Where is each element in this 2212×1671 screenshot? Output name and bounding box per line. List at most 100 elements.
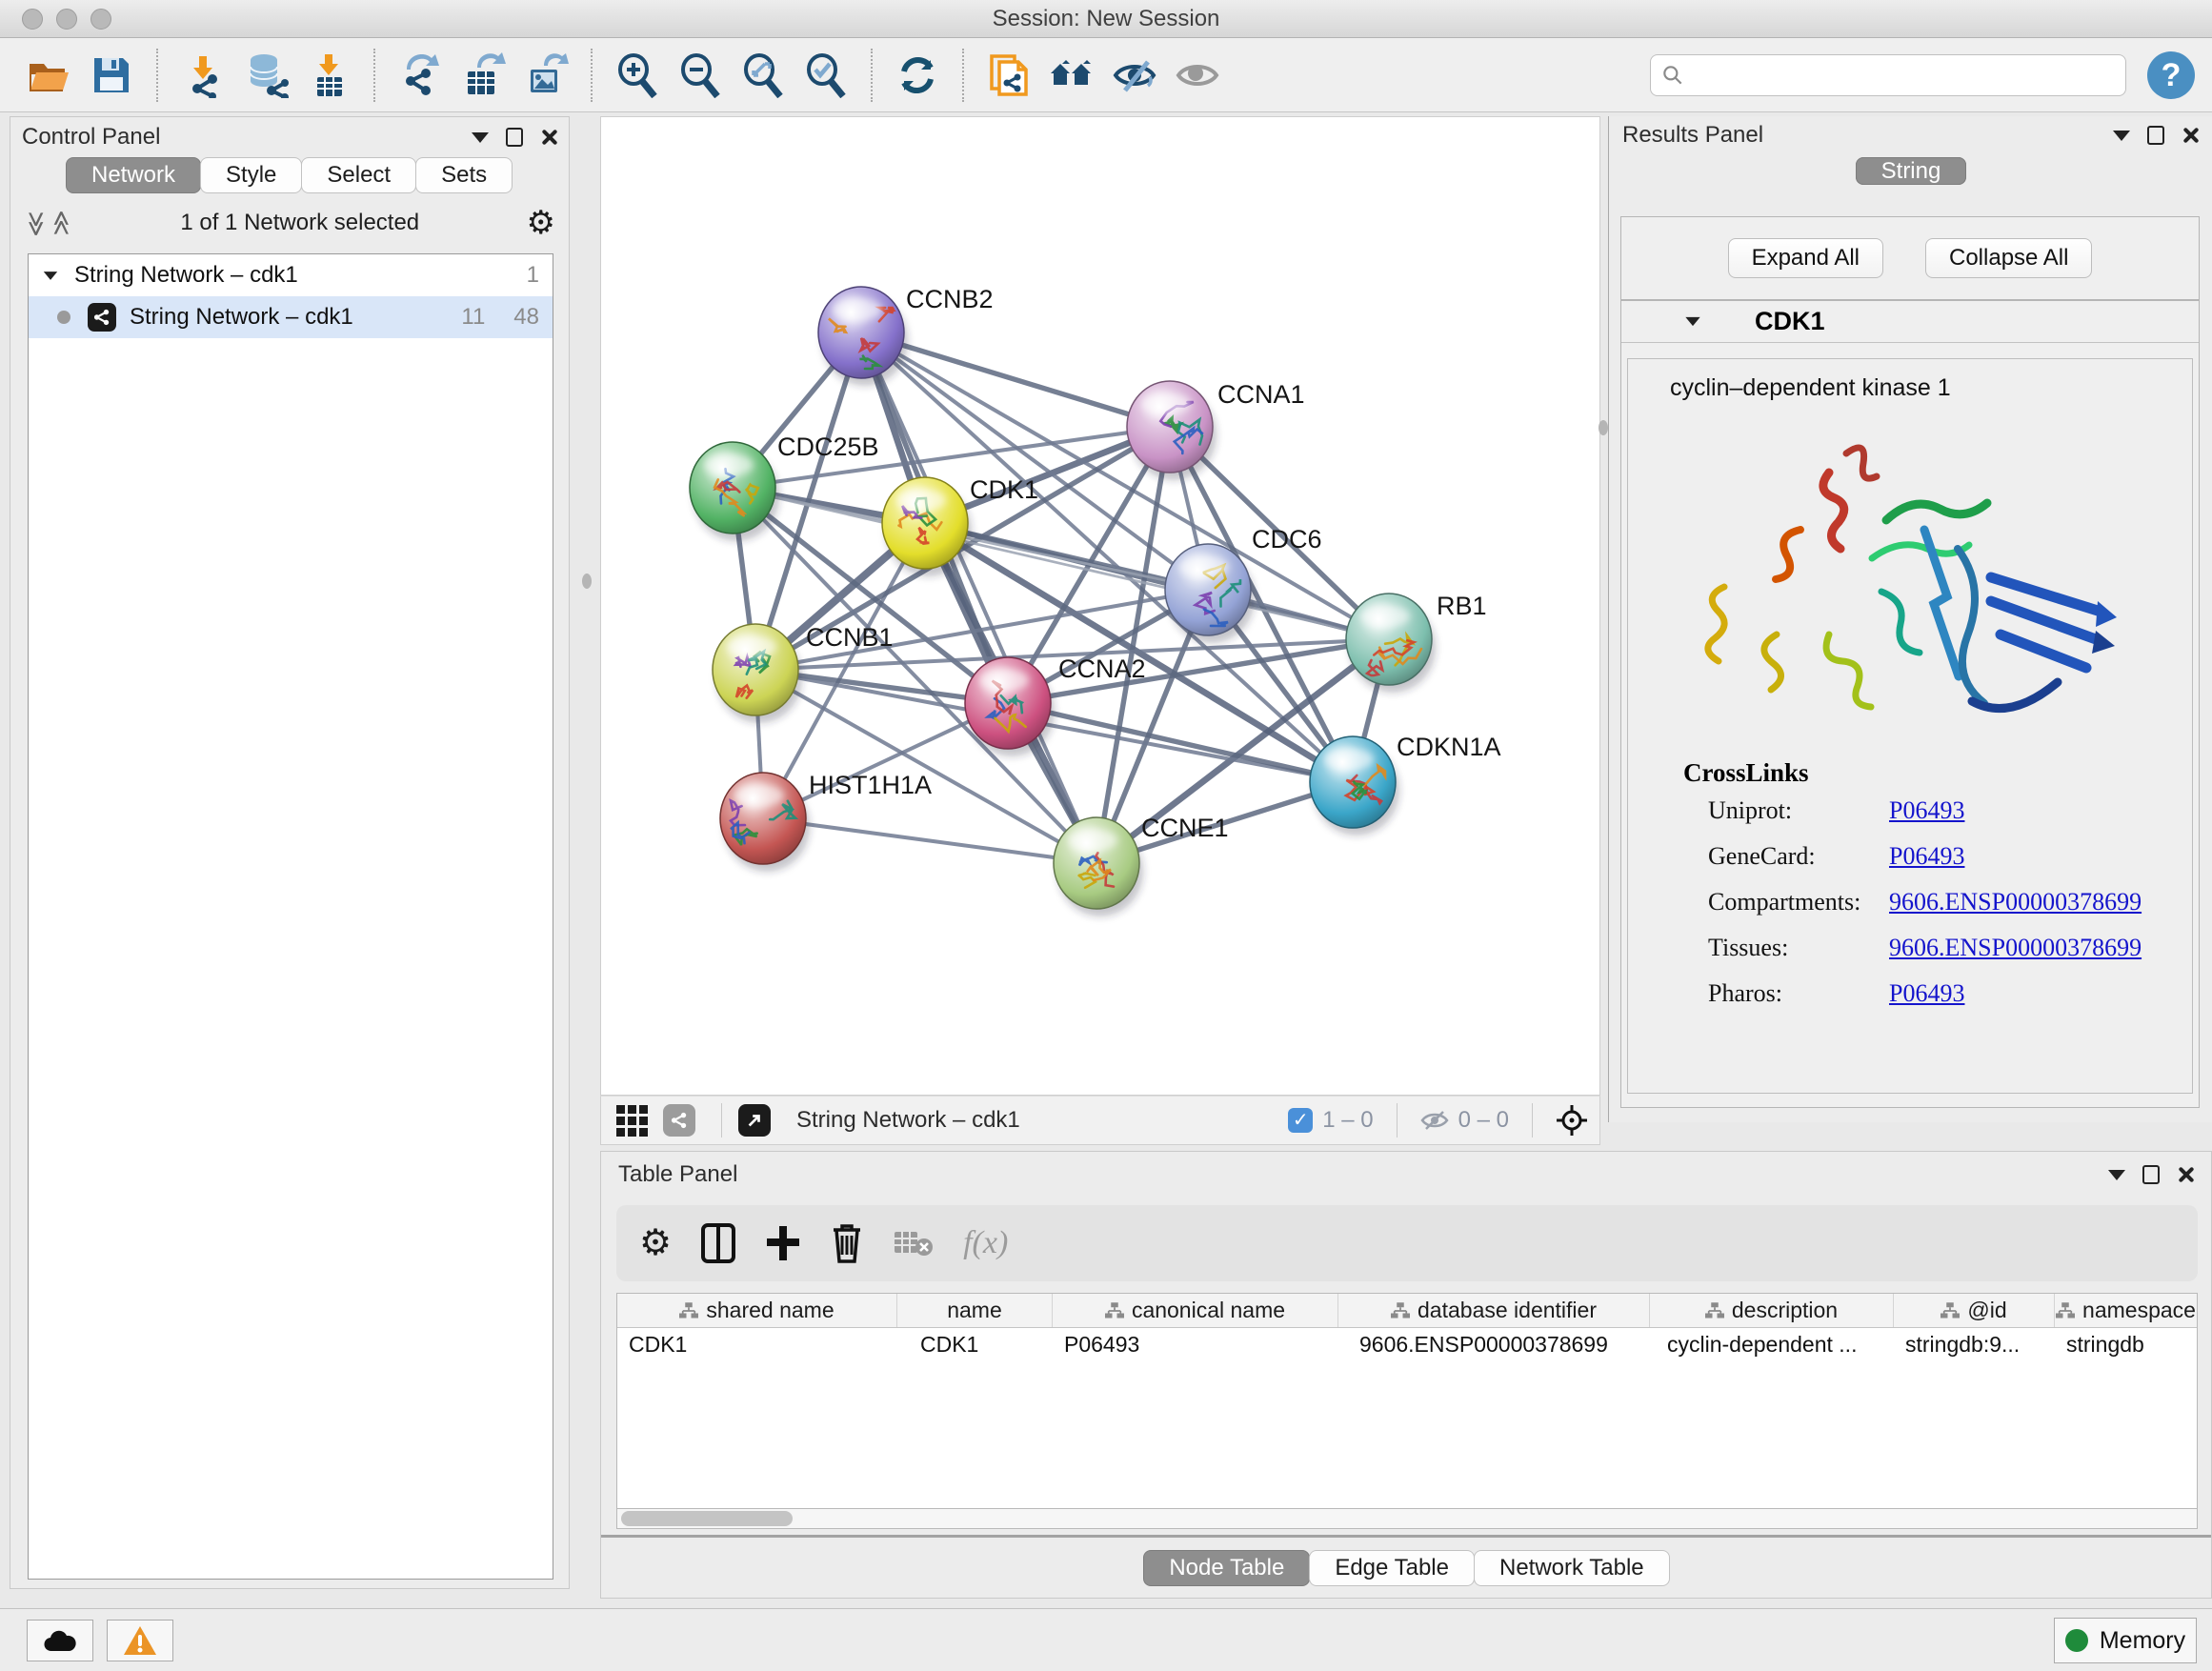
node-CDC6[interactable]: CDC6 xyxy=(1165,525,1322,643)
column-header-id[interactable]: @id xyxy=(1894,1294,2055,1327)
open-session-icon[interactable] xyxy=(22,48,75,103)
right-splitter-handle[interactable] xyxy=(1599,420,1608,435)
hide-glass-icon[interactable] xyxy=(1108,48,1161,103)
tab-sets[interactable]: Sets xyxy=(415,157,513,193)
expand-all-icon[interactable]: ≫ xyxy=(47,211,76,235)
node-CCNE1[interactable]: CCNE1 xyxy=(1054,814,1229,916)
collapse-all-button[interactable]: Collapse All xyxy=(1925,238,2092,278)
tab-edge-table[interactable]: Edge Table xyxy=(1309,1550,1475,1586)
crosslink-link[interactable]: 9606.ENSP00000378699 xyxy=(1889,934,2142,962)
search-box[interactable] xyxy=(1650,54,2126,96)
search-input[interactable] xyxy=(1685,63,2104,88)
crosslink-link[interactable]: P06493 xyxy=(1889,842,1964,871)
string-network-graph[interactable]: CCNB2CCNA1CDC25BCDK1CDC6RB1CCNB1CCNA2CDK… xyxy=(601,117,1599,1095)
float-panel-icon[interactable] xyxy=(506,128,523,147)
node-HIST1H1A[interactable]: HIST1H1A xyxy=(720,771,932,872)
table-horizontal-scrollbar[interactable] xyxy=(616,1508,2198,1529)
table-options-gear-icon[interactable]: ⚙ xyxy=(639,1227,672,1259)
node-CDKN1A[interactable]: CDKN1A xyxy=(1310,733,1501,836)
cell-database-identifier[interactable]: 9606.ENSP00000378699 xyxy=(1338,1328,1650,1360)
zoom-out-icon[interactable] xyxy=(674,48,727,103)
refresh-icon[interactable] xyxy=(891,48,944,103)
column-type-icon xyxy=(1105,1301,1124,1320)
float-panel-icon[interactable] xyxy=(2147,126,2164,145)
cell-canonical-name[interactable]: P06493 xyxy=(1053,1328,1338,1360)
crosslink-link[interactable]: P06493 xyxy=(1889,796,1964,825)
tab-network-table[interactable]: Network Table xyxy=(1474,1550,1670,1586)
expand-all-button[interactable]: Expand All xyxy=(1728,238,1883,278)
float-panel-icon[interactable] xyxy=(2142,1165,2160,1184)
collection-expand-icon[interactable] xyxy=(44,272,57,280)
zoom-fit-icon[interactable] xyxy=(736,48,790,103)
tab-style[interactable]: Style xyxy=(200,157,302,193)
network-collection-row[interactable]: String Network – cdk1 1 xyxy=(29,254,553,296)
crosslink-link[interactable]: P06493 xyxy=(1889,979,1964,1008)
delete-column-icon[interactable] xyxy=(830,1222,864,1264)
tab-string[interactable]: String xyxy=(1856,157,1967,185)
tab-node-table[interactable]: Node Table xyxy=(1143,1550,1310,1586)
function-builder-icon[interactable]: f(x) xyxy=(963,1225,1008,1261)
selected-checkbox-icon[interactable]: ✓ xyxy=(1288,1108,1313,1133)
column-header-name[interactable]: name xyxy=(897,1294,1053,1327)
save-session-icon[interactable] xyxy=(85,48,138,103)
zoom-window-icon[interactable] xyxy=(90,9,111,30)
edge-HIST1H1A-CCNE1[interactable] xyxy=(763,818,1096,863)
help-icon[interactable]: ? xyxy=(2147,51,2195,99)
left-splitter-handle[interactable] xyxy=(582,574,592,589)
close-panel-icon[interactable] xyxy=(2177,1166,2194,1183)
node-CCNA1[interactable]: CCNA1 xyxy=(1127,380,1305,480)
warning-status-button[interactable] xyxy=(107,1620,173,1661)
panel-menu-icon[interactable] xyxy=(2108,1170,2125,1180)
node-CDK1[interactable]: CDK1 xyxy=(882,475,1038,576)
network-share-icon[interactable] xyxy=(660,1102,698,1138)
column-header-description[interactable]: description xyxy=(1650,1294,1894,1327)
node-RB1[interactable]: RB1 xyxy=(1346,592,1487,693)
column-header-database-identifier[interactable]: database identifier xyxy=(1338,1294,1650,1327)
network-options-gear-icon[interactable]: ⚙ xyxy=(527,207,555,239)
node-CDC25B[interactable]: CDC25B xyxy=(690,433,879,541)
close-panel-icon[interactable] xyxy=(540,129,557,146)
tab-select[interactable]: Select xyxy=(301,157,416,193)
column-header-canonical-name[interactable]: canonical name xyxy=(1053,1294,1338,1327)
export-network-icon[interactable] xyxy=(393,48,447,103)
close-window-icon[interactable] xyxy=(22,9,43,30)
gene-collapse-icon[interactable] xyxy=(1685,317,1699,326)
cell-namespace[interactable]: stringdb xyxy=(2055,1328,2197,1360)
show-glass-icon[interactable] xyxy=(1171,48,1224,103)
crosslink-link[interactable]: 9606.ENSP00000378699 xyxy=(1889,888,2142,916)
string-home-icon[interactable] xyxy=(1045,48,1098,103)
import-database-icon[interactable] xyxy=(239,48,292,103)
add-column-icon[interactable] xyxy=(765,1224,801,1262)
panel-menu-icon[interactable] xyxy=(472,132,489,143)
export-image-icon[interactable] xyxy=(519,48,573,103)
minimize-window-icon[interactable] xyxy=(56,9,77,30)
network-canvas[interactable]: CCNB2CCNA1CDC25BCDK1CDC6RB1CCNB1CCNA2CDK… xyxy=(600,116,1600,1096)
cell-name[interactable]: CDK1 xyxy=(897,1328,1053,1360)
scrollbar-thumb[interactable] xyxy=(621,1511,793,1526)
close-panel-icon[interactable] xyxy=(2182,127,2199,144)
column-header-namespace[interactable]: namespace xyxy=(2055,1294,2197,1327)
column-header-shared-name[interactable]: shared name xyxy=(617,1294,897,1327)
cloud-status-button[interactable] xyxy=(27,1620,93,1661)
delete-table-icon[interactable] xyxy=(893,1228,935,1258)
cell-shared-name[interactable]: CDK1 xyxy=(617,1328,897,1360)
zoom-selected-icon[interactable] xyxy=(799,48,853,103)
clone-network-icon[interactable] xyxy=(982,48,1036,103)
network-row[interactable]: String Network – cdk1 11 48 xyxy=(29,296,553,338)
grid-view-icon[interactable] xyxy=(613,1102,651,1138)
show-columns-icon[interactable] xyxy=(700,1222,736,1264)
import-network-icon[interactable] xyxy=(176,48,230,103)
detach-view-icon[interactable] xyxy=(735,1102,774,1138)
birdseye-toggle-icon[interactable] xyxy=(1556,1104,1588,1137)
memory-button[interactable]: Memory xyxy=(2054,1618,2197,1663)
cell-description[interactable]: cyclin-dependent ... xyxy=(1650,1328,1894,1360)
cell-id[interactable]: stringdb:9... xyxy=(1894,1328,2055,1360)
panel-menu-icon[interactable] xyxy=(2113,131,2130,141)
import-table-icon[interactable] xyxy=(302,48,355,103)
zoom-in-icon[interactable] xyxy=(611,48,664,103)
export-table-icon[interactable] xyxy=(456,48,510,103)
tab-network[interactable]: Network xyxy=(66,157,201,193)
table-row[interactable]: CDK1 CDK1 P06493 9606.ENSP00000378699 cy… xyxy=(617,1328,2197,1360)
hidden-eye-icon[interactable] xyxy=(1420,1109,1449,1132)
node-CCNB1[interactable]: CCNB1 xyxy=(713,623,894,723)
